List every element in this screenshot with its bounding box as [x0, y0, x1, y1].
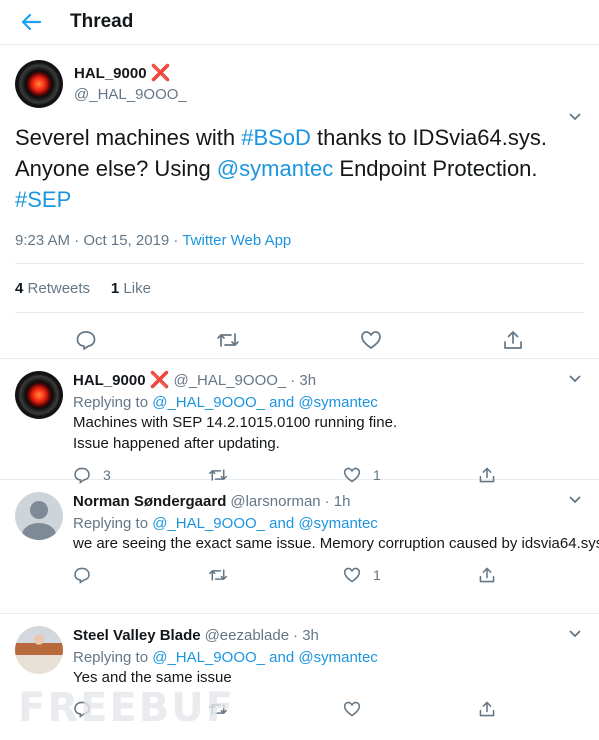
likes-label: Like	[123, 280, 151, 297]
replying-label: Replying to	[73, 649, 153, 666]
hashtag-link[interactable]: #SEP	[15, 187, 71, 212]
tweet-text: Machines with SEP 14.2.1015.0100 running…	[73, 414, 398, 452]
tweet-meta: 9:23 AM · Oct 15, 2019 · Twitter Web App	[15, 232, 584, 264]
tweet-text-part: Severel machines with	[15, 125, 242, 150]
cross-mark-icon: ❌	[149, 372, 170, 389]
mention-link[interactable]: @_HAL_9OOO_	[152, 515, 265, 532]
like-icon	[343, 567, 361, 583]
likes-stat[interactable]: 1 Like	[111, 280, 151, 297]
share-icon	[479, 701, 495, 717]
like-count: 1	[373, 567, 381, 583]
share-icon	[479, 567, 495, 583]
reply-icon[interactable]	[74, 328, 98, 352]
reply-tweet[interactable]: HAL_9000 ❌ @_HAL_9OOO_ · 3h Replying to …	[0, 359, 599, 484]
main-tweet[interactable]: HAL_9000 ❌ @_HAL_9OOO_ Severel machines …	[0, 45, 599, 359]
avatar[interactable]	[15, 371, 63, 419]
replying-label: Replying to	[73, 515, 153, 532]
timestamp[interactable]: · 3h	[290, 372, 316, 389]
chevron-down-icon[interactable]	[568, 495, 582, 505]
replying-to: Replying to @_HAL_9OOO_ and @symantec	[73, 515, 599, 532]
retweet-icon[interactable]	[216, 328, 240, 352]
replying-and: and	[265, 394, 299, 411]
timestamp[interactable]: 9:23 AM · Oct 15, 2019 ·	[15, 232, 182, 249]
retweets-stat[interactable]: 4 Retweets	[15, 280, 90, 297]
share-button[interactable]	[478, 566, 599, 584]
handle[interactable]: @eezablade	[205, 627, 289, 644]
mention-link[interactable]: @symantec	[298, 394, 377, 411]
replying-label: Replying to	[73, 394, 153, 411]
handle[interactable]: @_HAL_9OOO_	[173, 372, 286, 389]
watermark-logo: FREEBUF	[18, 685, 236, 731]
handle[interactable]: @_HAL_9OOO_	[74, 86, 187, 103]
tweet-text: we are seeing the exact same issue. Memo…	[73, 535, 599, 552]
tweet-stats: 4 Retweets 1 Like	[15, 264, 584, 313]
source-link[interactable]: Twitter Web App	[182, 232, 291, 249]
replying-to: Replying to @_HAL_9OOO_ and @symantec	[73, 649, 599, 666]
share-icon[interactable]	[501, 328, 525, 352]
display-name[interactable]: Steel Valley Blade	[73, 627, 201, 644]
retweets-count: 4	[15, 280, 24, 297]
replying-and: and	[265, 649, 299, 666]
tweet-text-part: Endpoint Protection.	[333, 156, 538, 181]
chevron-down-icon[interactable]	[568, 629, 582, 639]
like-icon	[343, 701, 361, 717]
like-icon[interactable]	[359, 328, 383, 352]
like-button[interactable]: 1	[343, 566, 478, 584]
chevron-down-icon[interactable]	[568, 374, 582, 384]
likes-count: 1	[110, 280, 120, 297]
handle[interactable]: @larsnorman	[230, 493, 320, 510]
hashtag-link[interactable]: #BSoD	[241, 125, 311, 150]
replying-to: Replying to @_HAL_9OOO_ and @symantec	[73, 394, 599, 411]
display-name[interactable]: HAL_9000	[74, 65, 147, 82]
tweet-actions: 1	[73, 564, 599, 586]
display-name[interactable]: Norman Søndergaard	[73, 493, 226, 510]
mention-link[interactable]: @symantec	[217, 156, 333, 181]
retweets-label: Retweets	[27, 280, 91, 297]
avatar[interactable]	[15, 492, 63, 540]
cross-mark-icon: ❌	[150, 65, 171, 82]
page-title: Thread	[70, 11, 134, 32]
retweet-button[interactable]	[208, 566, 343, 584]
retweet-icon	[209, 569, 227, 581]
reply-button[interactable]	[73, 566, 208, 584]
display-name[interactable]: HAL_9000	[73, 372, 146, 389]
reply-icon	[74, 567, 90, 584]
avatar[interactable]	[15, 626, 63, 674]
avatar[interactable]	[15, 60, 63, 108]
header: Thread	[0, 0, 599, 45]
mention-link[interactable]: @_HAL_9OOO_	[152, 649, 265, 666]
mention-link[interactable]: @_HAL_9OOO_	[152, 394, 265, 411]
back-arrow-icon[interactable]	[20, 11, 42, 33]
chevron-down-icon[interactable]	[568, 112, 582, 122]
timestamp[interactable]: · 1h	[325, 493, 351, 510]
timestamp[interactable]: · 3h	[293, 627, 319, 644]
reply-tweet[interactable]: Norman Søndergaard @larsnorman · 1h Repl…	[0, 480, 599, 614]
mention-link[interactable]: @symantec	[298, 515, 377, 532]
tweet-actions	[15, 313, 584, 352]
share-button[interactable]	[478, 700, 599, 718]
replying-and: and	[265, 515, 299, 532]
mention-link[interactable]: @symantec	[298, 649, 377, 666]
tweet-text: Severel machines with #BSoD thanks to ID…	[15, 122, 584, 215]
like-button[interactable]	[343, 700, 478, 718]
